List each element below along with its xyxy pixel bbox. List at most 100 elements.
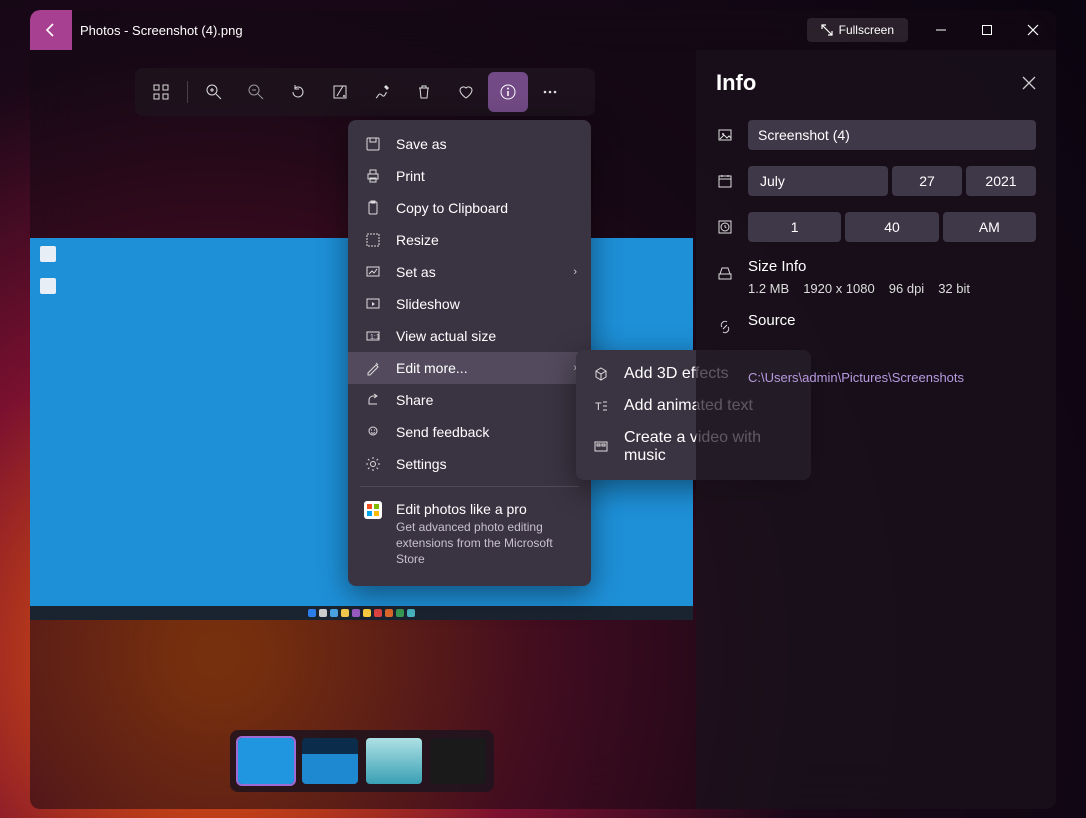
- menu-label: Edit more...: [396, 360, 468, 376]
- tb-icon: [352, 609, 360, 617]
- menu-label: Print: [396, 168, 425, 184]
- edit-more-icon: [364, 359, 382, 377]
- minimize-button[interactable]: [918, 10, 964, 50]
- close-icon: [1027, 24, 1039, 36]
- back-button[interactable]: [30, 10, 72, 50]
- size-info-block: Size Info 1.2 MB 1920 x 1080 96 dpi 32 b…: [748, 258, 970, 296]
- time-minute[interactable]: 40: [845, 212, 938, 242]
- info-close-button[interactable]: [1022, 76, 1036, 90]
- zoom-out-button[interactable]: [236, 72, 276, 112]
- favorite-icon: [457, 83, 475, 101]
- set-as-icon: [364, 263, 382, 281]
- thumbnail[interactable]: [366, 738, 422, 784]
- menu-send-feedback[interactable]: Send feedback: [348, 416, 591, 448]
- window-title: Photos - Screenshot (4).png: [80, 23, 243, 38]
- more-icon: [541, 83, 559, 101]
- menu-label: Save as: [396, 136, 447, 152]
- calendar-icon: [716, 172, 734, 190]
- chevron-right-icon: ›: [573, 266, 577, 278]
- zoom-out-icon: [247, 83, 265, 101]
- time-hour[interactable]: 1: [748, 212, 841, 242]
- crop-button[interactable]: [320, 72, 360, 112]
- source-path[interactable]: C:\Users\admin\Pictures\Screenshots: [748, 370, 1036, 385]
- favorite-button[interactable]: [446, 72, 486, 112]
- tb-icon: [363, 609, 371, 617]
- rotate-button[interactable]: [278, 72, 318, 112]
- tb-icon: [407, 609, 415, 617]
- menu-label: Settings: [396, 456, 447, 472]
- minimize-icon: [935, 24, 947, 36]
- thumbnail[interactable]: [238, 738, 294, 784]
- close-icon: [1022, 76, 1036, 90]
- menu-settings[interactable]: Settings: [348, 448, 591, 480]
- menu-actual-size[interactable]: 1:1 View actual size: [348, 320, 591, 352]
- collection-button[interactable]: [141, 72, 181, 112]
- close-button[interactable]: [1010, 10, 1056, 50]
- rotate-icon: [289, 83, 307, 101]
- dpi-value: 96 dpi: [889, 281, 924, 296]
- date-day[interactable]: 27: [892, 166, 962, 196]
- menu-copy-clipboard[interactable]: Copy to Clipboard: [348, 192, 591, 224]
- toolbar-separator: [187, 81, 188, 103]
- time-ampm[interactable]: AM: [943, 212, 1036, 242]
- back-arrow-icon: [43, 22, 59, 38]
- video-music-icon: [592, 438, 610, 456]
- draw-icon: [373, 83, 391, 101]
- info-icon: [499, 83, 517, 101]
- clock-icon: [716, 218, 734, 236]
- menu-promo[interactable]: Edit photos like a pro Get advanced phot…: [348, 493, 591, 578]
- promo-subtitle: Get advanced photo editing extensions fr…: [396, 519, 571, 568]
- context-menu: Save as Print Copy to Clipboard Resize S…: [348, 120, 591, 586]
- menu-resize[interactable]: Resize: [348, 224, 591, 256]
- source-block: Source: [748, 312, 796, 335]
- animated-text-icon: T: [592, 397, 610, 415]
- tb-icon: [330, 609, 338, 617]
- tb-icon: [341, 609, 349, 617]
- menu-save-as[interactable]: Save as: [348, 128, 591, 160]
- fullscreen-label: Fullscreen: [839, 23, 894, 37]
- menu-separator: [360, 486, 579, 487]
- thumbnail[interactable]: [302, 738, 358, 784]
- desktop-icon-generic: [40, 278, 56, 294]
- thumbnail[interactable]: [430, 738, 486, 784]
- slideshow-icon: [364, 295, 382, 313]
- zoom-in-icon: [205, 83, 223, 101]
- menu-slideshow[interactable]: Slideshow: [348, 288, 591, 320]
- share-icon: [364, 391, 382, 409]
- menu-label: Send feedback: [396, 424, 489, 440]
- more-button[interactable]: [530, 72, 570, 112]
- image-toolbar: [135, 68, 595, 116]
- menu-label: Share: [396, 392, 433, 408]
- fullscreen-button[interactable]: Fullscreen: [807, 18, 908, 42]
- clipboard-icon: [364, 199, 382, 217]
- menu-set-as[interactable]: Set as ›: [348, 256, 591, 288]
- svg-text:1:1: 1:1: [370, 334, 380, 341]
- zoom-in-button[interactable]: [194, 72, 234, 112]
- tb-icon: [374, 609, 382, 617]
- feedback-icon: [364, 423, 382, 441]
- menu-share[interactable]: Share: [348, 384, 591, 416]
- date-month[interactable]: July: [748, 166, 888, 196]
- dimensions-value: 1920 x 1080: [803, 281, 875, 296]
- menu-label: View actual size: [396, 328, 496, 344]
- resize-icon: [364, 231, 382, 249]
- filename-input[interactable]: Screenshot (4): [748, 120, 1036, 150]
- date-year[interactable]: 2021: [966, 166, 1036, 196]
- actual-size-icon: 1:1: [364, 327, 382, 345]
- taskbar: [30, 606, 693, 620]
- promo-title: Edit photos like a pro: [396, 501, 571, 517]
- file-info-button[interactable]: [488, 72, 528, 112]
- menu-label: Set as: [396, 264, 436, 280]
- draw-button[interactable]: [362, 72, 402, 112]
- print-icon: [364, 167, 382, 185]
- store-icon: [364, 501, 382, 519]
- menu-print[interactable]: Print: [348, 160, 591, 192]
- delete-button[interactable]: [404, 72, 444, 112]
- source-label: Source: [748, 312, 796, 329]
- tb-icon: [396, 609, 404, 617]
- filmstrip: [230, 730, 494, 792]
- delete-icon: [415, 83, 433, 101]
- menu-edit-more[interactable]: Edit more... ›: [348, 352, 591, 384]
- maximize-button[interactable]: [964, 10, 1010, 50]
- bit-depth-value: 32 bit: [938, 281, 970, 296]
